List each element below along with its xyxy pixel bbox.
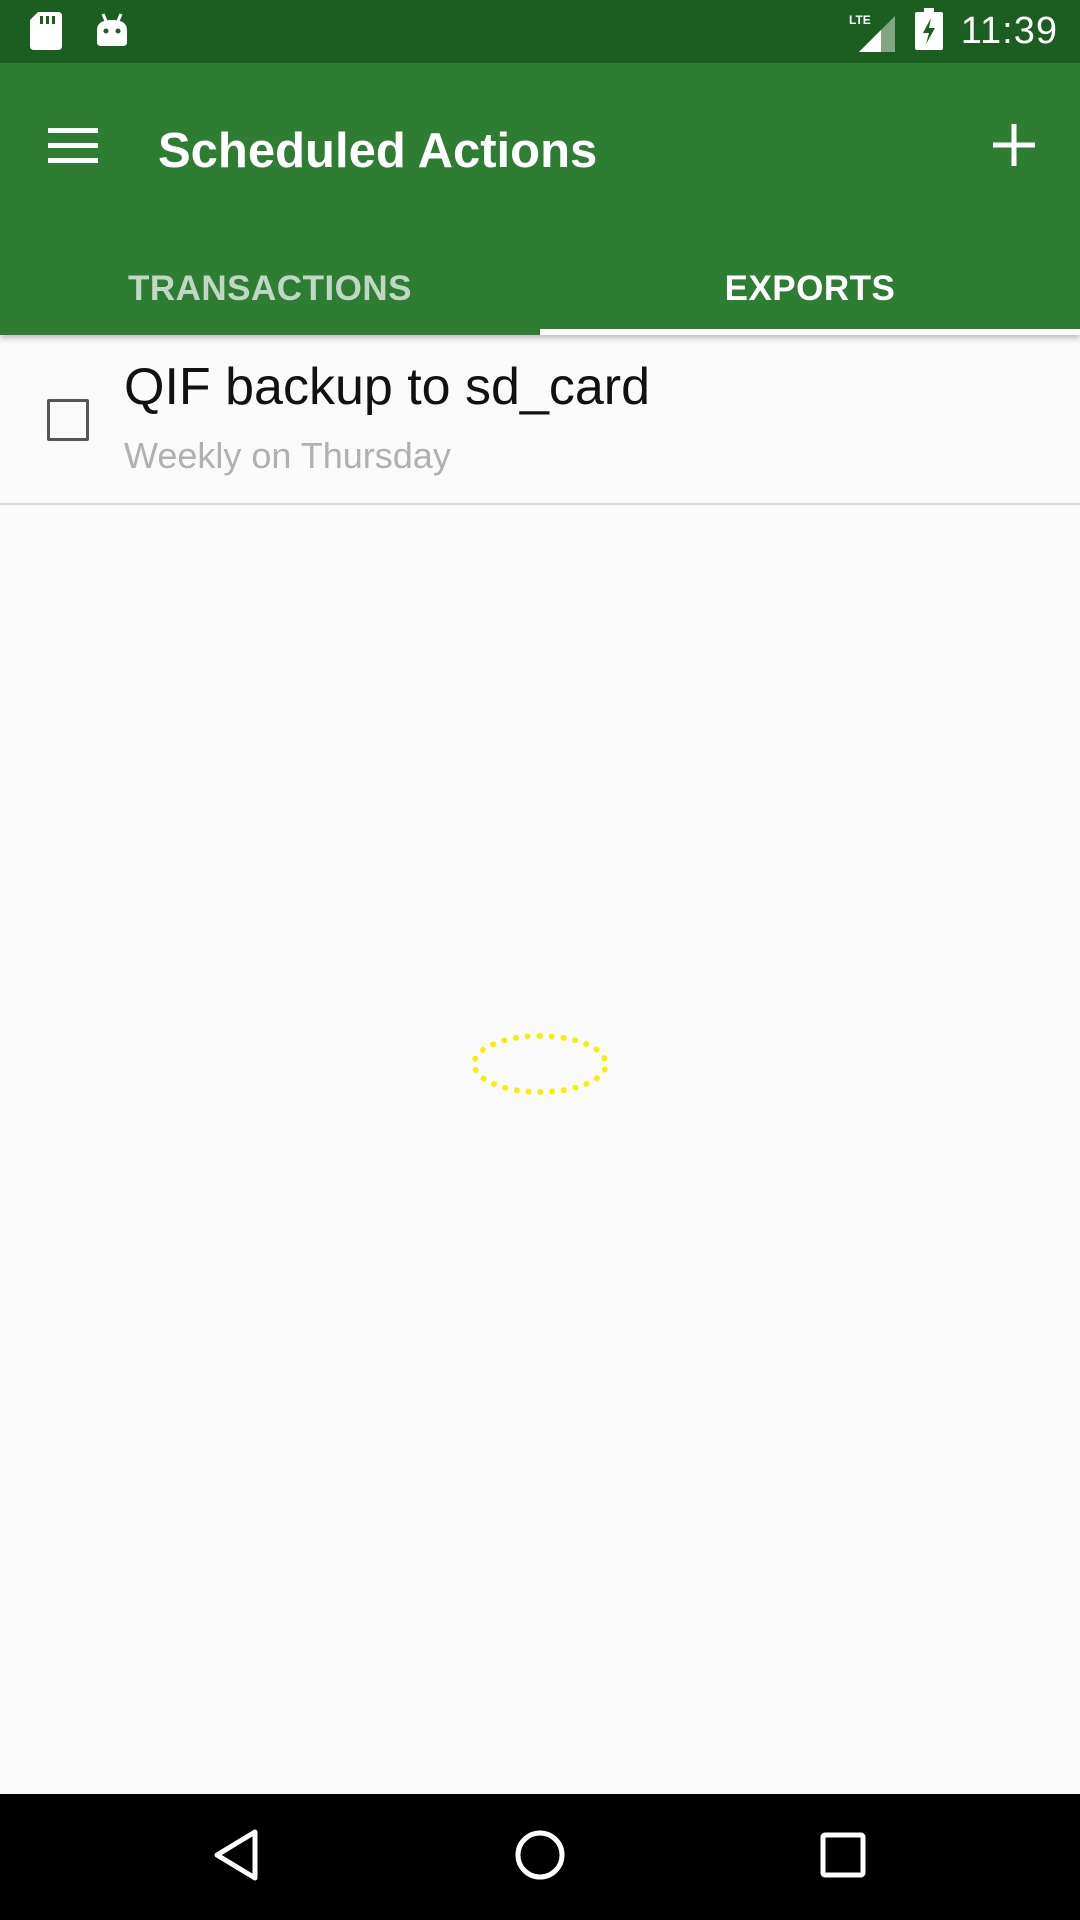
tab-bar: TRANSACTIONS EXPORTS: [0, 243, 1080, 335]
item-schedule: Weekly on Thursday: [124, 435, 451, 476]
recents-icon: [820, 1832, 866, 1883]
back-icon: [213, 1829, 259, 1886]
item-title: QIF backup to sd_card: [124, 358, 651, 416]
home-icon: [514, 1829, 566, 1886]
tab-exports[interactable]: EXPORTS: [540, 243, 1080, 335]
tab-transactions[interactable]: TRANSACTIONS: [0, 243, 540, 335]
recents-button[interactable]: [808, 1822, 878, 1892]
sd-card-icon: [30, 12, 62, 55]
menu-button[interactable]: [40, 115, 106, 181]
status-bar: LTE 11:39: [0, 0, 1080, 63]
home-button[interactable]: [505, 1822, 575, 1892]
page-title: Scheduled Actions: [158, 124, 598, 178]
back-button[interactable]: [201, 1822, 271, 1892]
app-bar: Scheduled Actions TRANSACTIONS EXPORTS: [0, 63, 1080, 335]
network-type-label: LTE: [849, 13, 871, 27]
battery-charging-icon: [914, 8, 943, 55]
list-item[interactable]: QIF backup to sd_card Weekly on Thursday: [0, 335, 1080, 505]
hamburger-menu-icon: [48, 127, 98, 169]
android-icon: [94, 12, 130, 55]
lte-signal-icon: LTE: [849, 12, 897, 52]
add-button[interactable]: [976, 109, 1052, 185]
scheduled-exports-list: QIF backup to sd_card Weekly on Thursday: [0, 335, 1080, 505]
plus-icon: [993, 123, 1035, 171]
loading-spinner: [471, 1033, 609, 1095]
clock: 11:39: [960, 10, 1058, 52]
item-checkbox[interactable]: [47, 399, 89, 441]
navigation-bar: [0, 1794, 1080, 1920]
